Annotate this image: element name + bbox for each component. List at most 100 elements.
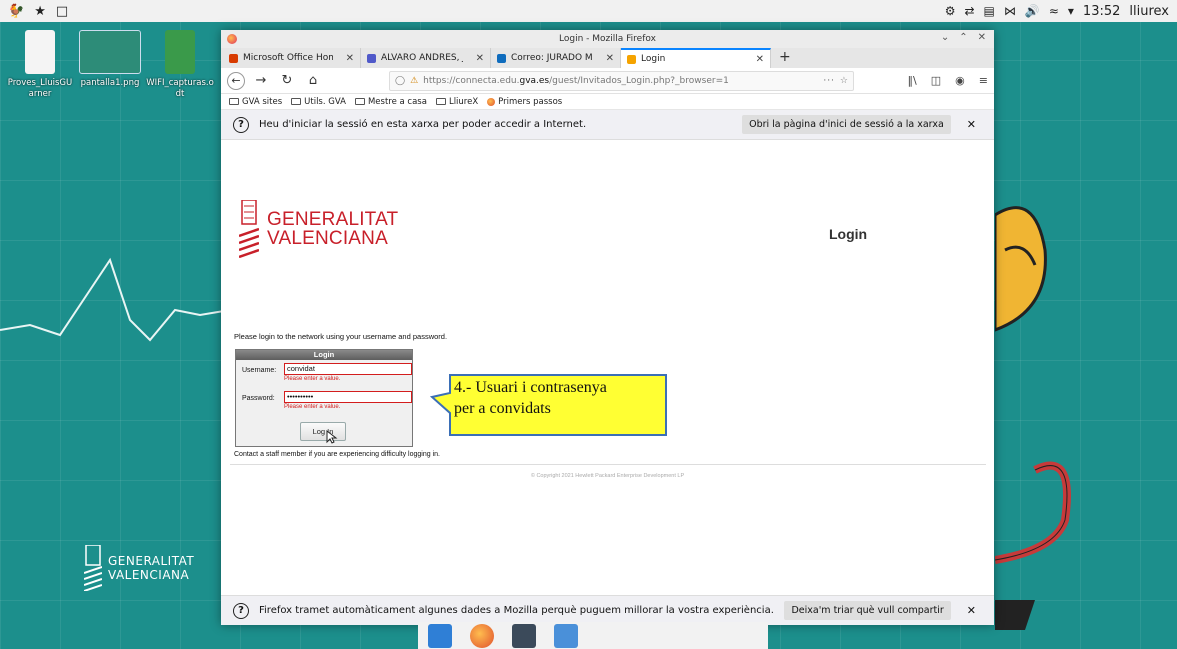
tab-login[interactable]: Login ✕ bbox=[621, 48, 771, 68]
settings-icon[interactable] bbox=[512, 623, 536, 648]
close-tab-icon[interactable]: ✕ bbox=[338, 53, 354, 64]
intro-text: Please login to the network using your u… bbox=[234, 332, 448, 341]
username-input[interactable]: convidat bbox=[284, 363, 412, 375]
password-input[interactable]: •••••••••• bbox=[284, 391, 412, 403]
login-form: Login Username: convidat Please enter a … bbox=[235, 349, 413, 447]
desktop-icon-pantalla[interactable]: pantalla1.png bbox=[74, 30, 146, 89]
page-title: Login bbox=[829, 226, 868, 242]
home-icon[interactable]: ⌂ bbox=[303, 71, 323, 91]
mouse-cursor-icon bbox=[326, 430, 338, 444]
minimize-icon[interactable]: ⌄ bbox=[941, 32, 949, 43]
logo-line-1: GENERALITAT bbox=[267, 209, 399, 230]
choose-sharing-button[interactable]: Deixa'm triar què vull compartir bbox=[784, 601, 951, 620]
open-login-page-button[interactable]: Obri la pàgina d'inici de sessió a la xa… bbox=[742, 115, 951, 134]
question-icon: ? bbox=[233, 116, 249, 133]
gva-emblem-icon bbox=[84, 545, 102, 591]
document-icon bbox=[25, 30, 55, 74]
lock-warning-icon[interactable]: ⚠ bbox=[410, 76, 418, 86]
window-square-icon[interactable]: □ bbox=[56, 4, 68, 19]
bluetooth-icon[interactable]: ⋈ bbox=[1004, 4, 1016, 18]
login-box-title: Login bbox=[236, 350, 412, 360]
network-status-icon[interactable]: ⚙ bbox=[945, 4, 956, 18]
firefox-window: Login - Mozilla Firefox ⌄ ⌃ ✕ Microsoft … bbox=[221, 30, 994, 625]
desktop-icon-wifi[interactable]: WIFI_capturas.o dt bbox=[144, 30, 216, 100]
document-viewer-icon[interactable] bbox=[554, 623, 578, 648]
shield-icon[interactable]: ◯ bbox=[395, 76, 405, 86]
username-error: Please enter a value. bbox=[284, 376, 341, 382]
bookmark-lliurex[interactable]: LliureX bbox=[435, 97, 478, 107]
chevron-down-icon[interactable]: ▾ bbox=[1068, 4, 1074, 18]
tab-teams[interactable]: ÁLVARO ANDRÉS, JESÚS | ✕ bbox=[361, 48, 491, 68]
outlook-favicon-icon bbox=[497, 53, 506, 63]
notification-text: Heu d'iniciar la sessió en esta xarxa pe… bbox=[259, 119, 587, 130]
reload-icon[interactable]: ↻ bbox=[277, 71, 297, 91]
contact-text: Contact a staff member if you are experi… bbox=[234, 451, 440, 458]
volume-icon[interactable]: 🔊 bbox=[1025, 4, 1040, 18]
folder-icon bbox=[435, 98, 446, 105]
forward-arrow-icon[interactable]: → bbox=[251, 71, 271, 91]
back-arrow-icon[interactable]: ← bbox=[227, 71, 245, 90]
wallpaper-cartoon bbox=[995, 206, 1071, 630]
close-tab-icon[interactable]: ✕ bbox=[468, 53, 484, 64]
page-actions-icon[interactable]: ··· bbox=[823, 76, 835, 86]
user-name[interactable]: lliurex bbox=[1129, 4, 1169, 19]
new-tab-button[interactable]: + bbox=[771, 48, 799, 68]
callout-line-2: per a convidats bbox=[454, 400, 551, 417]
password-error: Please enter a value. bbox=[284, 404, 341, 410]
apps-menu-icon[interactable]: 🐓 bbox=[8, 4, 24, 19]
captive-portal-notification: ? Heu d'iniciar la sessió en esta xarxa … bbox=[221, 110, 994, 140]
vpn-icon[interactable]: ⇄ bbox=[964, 4, 974, 18]
close-tab-icon[interactable]: ✕ bbox=[748, 54, 764, 65]
taskbar-dock bbox=[418, 622, 768, 649]
bookmark-primers-passos[interactable]: Primers passos bbox=[487, 97, 562, 107]
close-icon[interactable]: ✕ bbox=[978, 32, 986, 43]
folder-icon bbox=[229, 98, 239, 105]
teams-favicon-icon bbox=[367, 53, 376, 63]
telemetry-notification: ? Firefox tramet automàticament algunes … bbox=[221, 595, 994, 625]
library-icon[interactable]: ‖\ bbox=[908, 74, 917, 87]
close-tab-icon[interactable]: ✕ bbox=[598, 53, 614, 64]
wifi-icon[interactable]: ≈ bbox=[1049, 4, 1059, 18]
account-icon[interactable]: ◉ bbox=[955, 74, 965, 87]
clipboard-icon[interactable]: ▤ bbox=[984, 4, 995, 18]
login-favicon-icon bbox=[627, 54, 636, 64]
navigation-toolbar: ← → ↻ ⌂ ◯ ⚠ https://connecta.edu.gva.es/… bbox=[221, 68, 994, 94]
file-manager-icon[interactable] bbox=[428, 623, 452, 648]
annotation-callout: 4.- Usuari i contrasenya per a convidats bbox=[429, 373, 670, 440]
logo-line-2: VALENCIANA bbox=[267, 228, 388, 249]
image-thumbnail-icon bbox=[79, 30, 141, 74]
sidebar-icon[interactable]: ◫ bbox=[931, 74, 941, 87]
bookmarks-toolbar: GVA sites Utils. GVA Mestre a casa Lliur… bbox=[221, 94, 994, 110]
username-label: Username: bbox=[242, 367, 277, 374]
url-text[interactable]: https://connecta.edu.gva.es/guest/Invita… bbox=[423, 76, 729, 86]
desktop-icon-proves[interactable]: Proves_LluisGU arner bbox=[4, 30, 76, 100]
menu-hamburger-icon[interactable]: ≡ bbox=[979, 74, 988, 87]
tab-microsoft-office[interactable]: Microsoft Office Home ✕ bbox=[223, 48, 361, 68]
divider bbox=[230, 464, 986, 465]
bookmark-utils-gva[interactable]: Utils. GVA bbox=[291, 97, 346, 107]
bookmark-mestre-a-casa[interactable]: Mestre a casa bbox=[354, 97, 427, 107]
tab-outlook[interactable]: Correo: JURADO MEDINA ✕ bbox=[491, 48, 621, 68]
copyright-text: © Copyright 2021 Hewlett Packard Enterpr… bbox=[530, 473, 685, 479]
favorites-star-icon[interactable]: ★ bbox=[34, 4, 46, 19]
maximize-icon[interactable]: ⌃ bbox=[959, 32, 967, 43]
folder-icon bbox=[291, 98, 302, 105]
log-in-button[interactable]: Log In bbox=[300, 422, 346, 441]
gva-logo: GENERALITAT VALENCIANA bbox=[239, 200, 398, 258]
bookmark-star-icon[interactable]: ☆ bbox=[840, 76, 848, 86]
close-icon[interactable]: ✕ bbox=[961, 118, 982, 131]
firefox-icon bbox=[487, 97, 496, 106]
firefox-icon[interactable] bbox=[470, 623, 494, 648]
question-icon: ? bbox=[233, 602, 249, 619]
notification-text: Firefox tramet automàticament algunes da… bbox=[259, 605, 774, 616]
clock[interactable]: 13:52 bbox=[1083, 4, 1120, 19]
bookmark-gva-sites[interactable]: GVA sites bbox=[229, 97, 282, 107]
password-label: Password: bbox=[242, 395, 275, 402]
window-titlebar[interactable]: Login - Mozilla Firefox ⌄ ⌃ ✕ bbox=[221, 30, 994, 48]
window-title: Login - Mozilla Firefox bbox=[559, 34, 656, 44]
gva-emblem-icon bbox=[239, 200, 259, 258]
ecg-wallpaper-line bbox=[0, 257, 230, 342]
tab-strip: Microsoft Office Home ✕ ÁLVARO ANDRÉS, J… bbox=[221, 48, 994, 68]
url-bar[interactable]: ◯ ⚠ https://connecta.edu.gva.es/guest/In… bbox=[389, 70, 854, 91]
close-icon[interactable]: ✕ bbox=[961, 604, 982, 617]
